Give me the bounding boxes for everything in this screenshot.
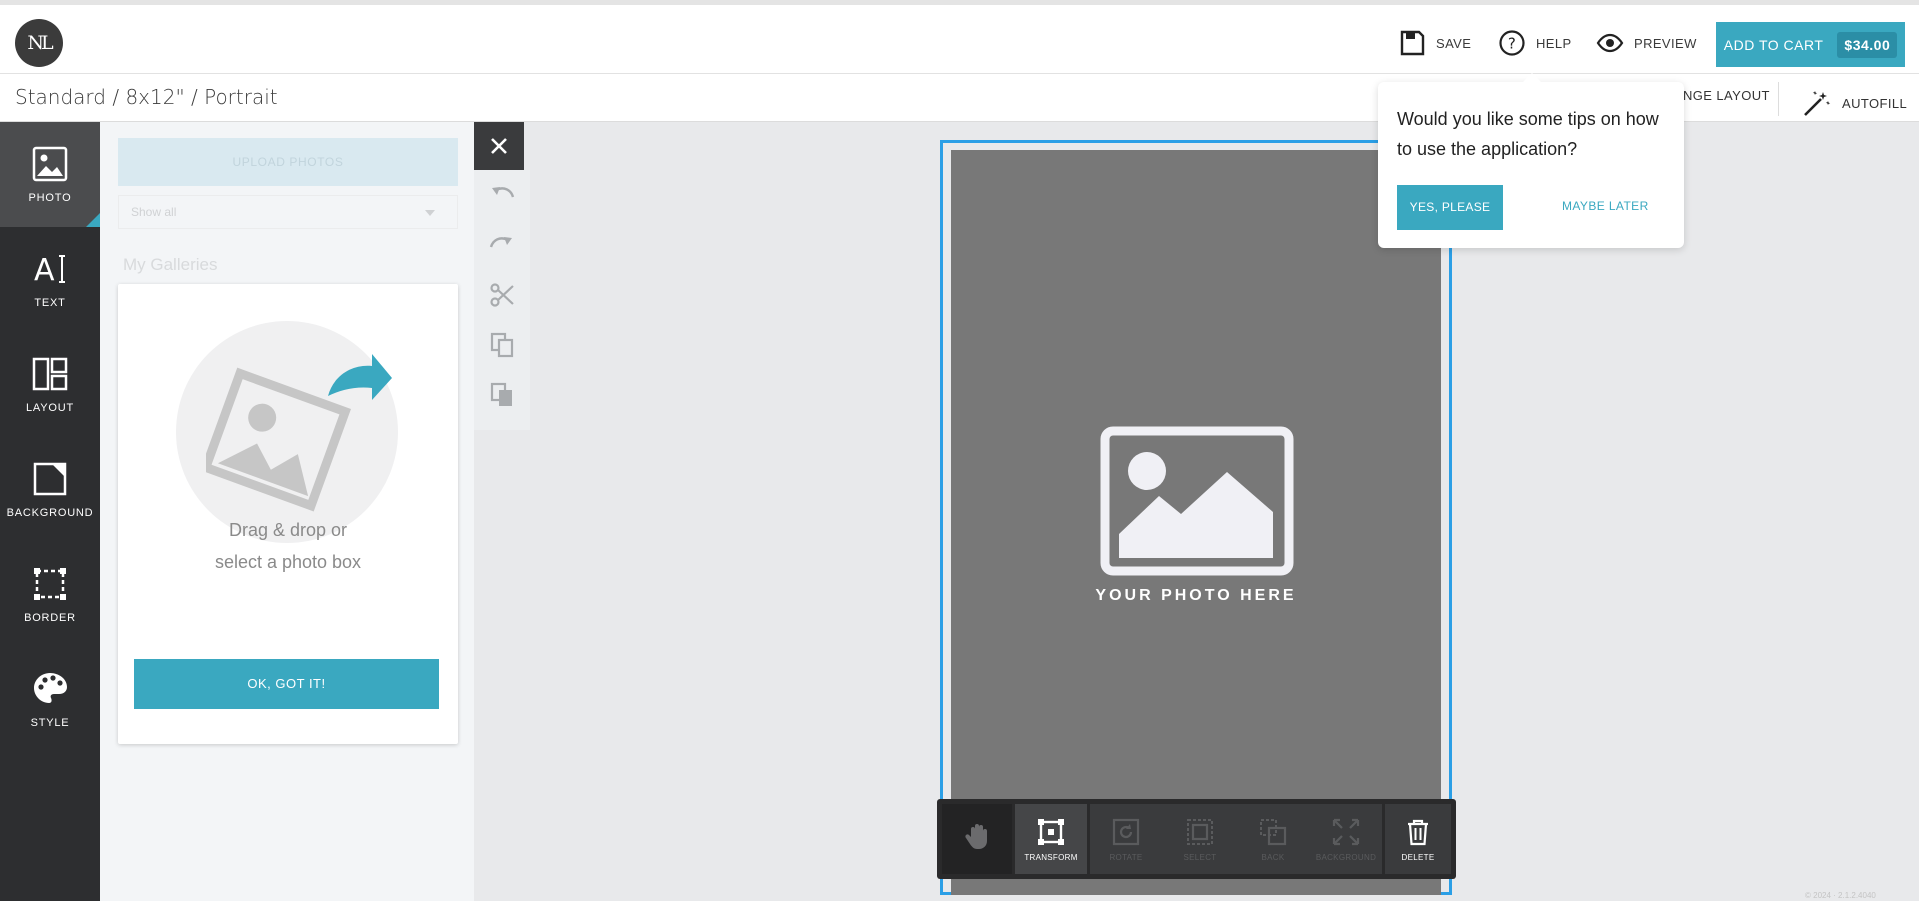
transform-label: TRANSFORM bbox=[1024, 852, 1078, 862]
sidebar-item-label: BACKGROUND bbox=[6, 506, 94, 519]
delete-label: DELETE bbox=[1401, 852, 1435, 862]
sidebar-item-label: STYLE bbox=[30, 716, 70, 729]
photo-placeholder-label: YOUR PHOTO HERE bbox=[1095, 587, 1297, 604]
chevron-down-icon bbox=[425, 210, 435, 216]
back-button[interactable]: BACK bbox=[1237, 804, 1309, 874]
rotate-button[interactable]: ROTATE bbox=[1090, 804, 1162, 874]
ok-got-it-button[interactable]: OK, GOT IT! bbox=[134, 659, 439, 709]
edit-tool-column bbox=[474, 170, 530, 430]
rotate-icon bbox=[1112, 818, 1140, 845]
background-icon bbox=[33, 462, 67, 495]
trash-icon bbox=[1408, 819, 1428, 845]
photo-panel: UPLOAD PHOTOS Show all My Galleries Drag… bbox=[100, 122, 474, 901]
undo-button[interactable] bbox=[474, 170, 530, 220]
sidebar-item-style[interactable]: STYLE bbox=[0, 647, 100, 752]
top-bar: NL SAVE ? HELP PREVIEW ADD TO CART $34.0… bbox=[0, 0, 1919, 74]
tip-line-1: Drag & drop or bbox=[228, 520, 348, 540]
sidebar-item-label: BORDER bbox=[24, 611, 76, 624]
sidebar-item-label: PHOTO bbox=[28, 191, 72, 204]
sidebar-item-photo[interactable]: PHOTO bbox=[0, 122, 100, 227]
photo-drag-icon bbox=[206, 354, 392, 512]
save-icon bbox=[1400, 30, 1425, 56]
select-icon bbox=[1187, 818, 1213, 845]
palette-icon bbox=[34, 672, 67, 703]
hand-icon bbox=[965, 824, 987, 849]
help-label: HELP bbox=[1536, 35, 1572, 51]
maybe-later-button[interactable]: MAYBE LATER bbox=[1562, 199, 1649, 213]
save-button[interactable]: SAVE bbox=[1398, 29, 1471, 57]
galleries-heading: My Galleries bbox=[123, 255, 218, 274]
back-label: BACK bbox=[1261, 852, 1285, 862]
photo-icon bbox=[32, 146, 68, 181]
svg-text:A: A bbox=[34, 253, 55, 287]
send-back-icon bbox=[1260, 818, 1287, 845]
redo-icon bbox=[489, 237, 512, 248]
magic-wand-icon bbox=[1804, 91, 1831, 116]
tips-question: Would you like some tips on how to use t… bbox=[1397, 109, 1659, 159]
rotate-label: ROTATE bbox=[1109, 852, 1143, 862]
eye-icon bbox=[1596, 33, 1624, 53]
text-icon: A bbox=[34, 253, 65, 287]
save-label: SAVE bbox=[1436, 35, 1472, 51]
autofill-button[interactable]: AUTOFILL bbox=[1802, 88, 1907, 118]
cart-label: ADD TO CART bbox=[1723, 36, 1824, 53]
sidebar-item-border[interactable]: BORDER bbox=[0, 542, 100, 647]
tip-line-2: select a photo box bbox=[214, 552, 362, 572]
cart-price: $34.00 bbox=[1837, 31, 1898, 58]
sidebar-item-background[interactable]: BACKGROUND bbox=[0, 437, 100, 542]
preview-button[interactable]: PREVIEW bbox=[1596, 29, 1697, 57]
close-icon bbox=[491, 138, 507, 154]
background-fit-button[interactable]: BACKGROUND bbox=[1309, 804, 1383, 874]
pan-button[interactable] bbox=[942, 804, 1012, 874]
svg-text:?: ? bbox=[1508, 35, 1516, 53]
upload-photos-button[interactable]: UPLOAD PHOTOS bbox=[118, 138, 458, 186]
border-icon bbox=[34, 567, 66, 600]
copy-button[interactable] bbox=[474, 320, 530, 370]
tips-popover: Would you like some tips on how to use t… bbox=[1378, 73, 1684, 248]
help-button[interactable]: ? HELP bbox=[1498, 29, 1572, 57]
drag-drop-tip-card: Drag & drop or select a photo box OK, GO… bbox=[118, 284, 458, 744]
preview-label: PREVIEW bbox=[1634, 35, 1697, 51]
paste-button[interactable] bbox=[474, 370, 530, 420]
select-button[interactable]: SELECT bbox=[1164, 804, 1236, 874]
layout-icon bbox=[32, 357, 68, 390]
yes-please-button[interactable]: YES, PLEASE bbox=[1397, 185, 1503, 230]
copy-icon bbox=[490, 332, 514, 358]
paste-icon bbox=[490, 382, 512, 406]
select-label: SELECT bbox=[1183, 852, 1217, 862]
redo-button[interactable] bbox=[474, 220, 530, 270]
photo-placeholder-icon bbox=[1100, 426, 1294, 576]
autofill-label: AUTOFILL bbox=[1842, 95, 1908, 111]
filter-value: Show all bbox=[131, 205, 177, 219]
transform-button[interactable]: TRANSFORM bbox=[1015, 804, 1087, 874]
transform-icon bbox=[1038, 818, 1064, 845]
expand-icon bbox=[1332, 818, 1360, 845]
version-note: © 2024 · 2.1.2.4040 bbox=[1805, 891, 1876, 900]
undo-icon bbox=[492, 187, 515, 198]
help-icon: ? bbox=[1499, 30, 1525, 56]
sidebar-item-label: LAYOUT bbox=[26, 401, 74, 414]
scissors-icon bbox=[490, 283, 514, 307]
left-sidebar: PHOTO A TEXT LAYOUT BACKGROUND BORDER ST… bbox=[0, 122, 100, 901]
breadcrumb: Standard / 8x12" / Portrait bbox=[15, 85, 278, 109]
cut-button[interactable] bbox=[474, 270, 530, 320]
background-label: BACKGROUND bbox=[1315, 852, 1377, 862]
change-layout-label: NGE LAYOUT bbox=[1683, 88, 1770, 103]
floating-toolbar: TRANSFORM ROTATE SELECT BACK BACKGROUND … bbox=[937, 799, 1456, 879]
sidebar-item-text[interactable]: A TEXT bbox=[0, 227, 100, 332]
sidebar-item-layout[interactable]: LAYOUT bbox=[0, 332, 100, 437]
close-panel-button[interactable] bbox=[474, 122, 524, 170]
delete-button[interactable]: DELETE bbox=[1385, 804, 1451, 874]
sidebar-item-label: TEXT bbox=[34, 296, 66, 309]
divider bbox=[1778, 82, 1779, 116]
gallery-filter-select[interactable]: Show all bbox=[118, 195, 458, 229]
brand-logo[interactable]: NL bbox=[15, 19, 63, 67]
change-layout-button[interactable]: NGE LAYOUT bbox=[1683, 88, 1770, 103]
add-to-cart-button[interactable]: ADD TO CART $34.00 bbox=[1716, 22, 1905, 67]
